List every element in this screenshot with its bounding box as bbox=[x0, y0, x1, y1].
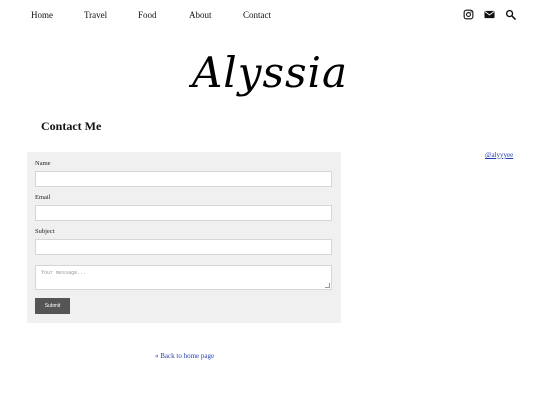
instagram-icon[interactable] bbox=[463, 9, 474, 20]
search-icon[interactable] bbox=[505, 9, 516, 20]
contact-form: Name Email Subject Your message... Submi… bbox=[27, 152, 341, 323]
mail-icon[interactable] bbox=[484, 9, 495, 20]
name-field[interactable] bbox=[35, 171, 332, 187]
nav-contact-link[interactable]: Contact bbox=[243, 10, 271, 20]
nav-food-link[interactable]: Food bbox=[138, 10, 157, 20]
resize-handle-icon[interactable] bbox=[325, 283, 330, 288]
nav-travel-link[interactable]: Travel bbox=[84, 10, 107, 20]
page-title: Contact Me bbox=[41, 119, 102, 133]
email-label: Email bbox=[35, 194, 51, 201]
email-field[interactable] bbox=[35, 205, 332, 221]
submit-button[interactable]: Submit bbox=[35, 298, 70, 314]
back-to-home-link[interactable]: « Back to home page bbox=[155, 352, 214, 360]
name-label: Name bbox=[35, 160, 51, 167]
social-icons bbox=[463, 9, 516, 20]
subject-field[interactable] bbox=[35, 239, 332, 255]
subject-label: Subject bbox=[35, 228, 55, 235]
top-nav: Home Travel Food About Contact bbox=[0, 0, 540, 30]
sidebar-handle-link[interactable]: @alyyyee bbox=[485, 151, 513, 159]
message-placeholder: Your message... bbox=[41, 270, 87, 276]
site-logo[interactable]: Alyssia bbox=[0, 48, 540, 97]
message-textarea[interactable]: Your message... bbox=[35, 265, 332, 290]
nav-home-link[interactable]: Home bbox=[31, 10, 53, 20]
nav-about-link[interactable]: About bbox=[189, 10, 212, 20]
